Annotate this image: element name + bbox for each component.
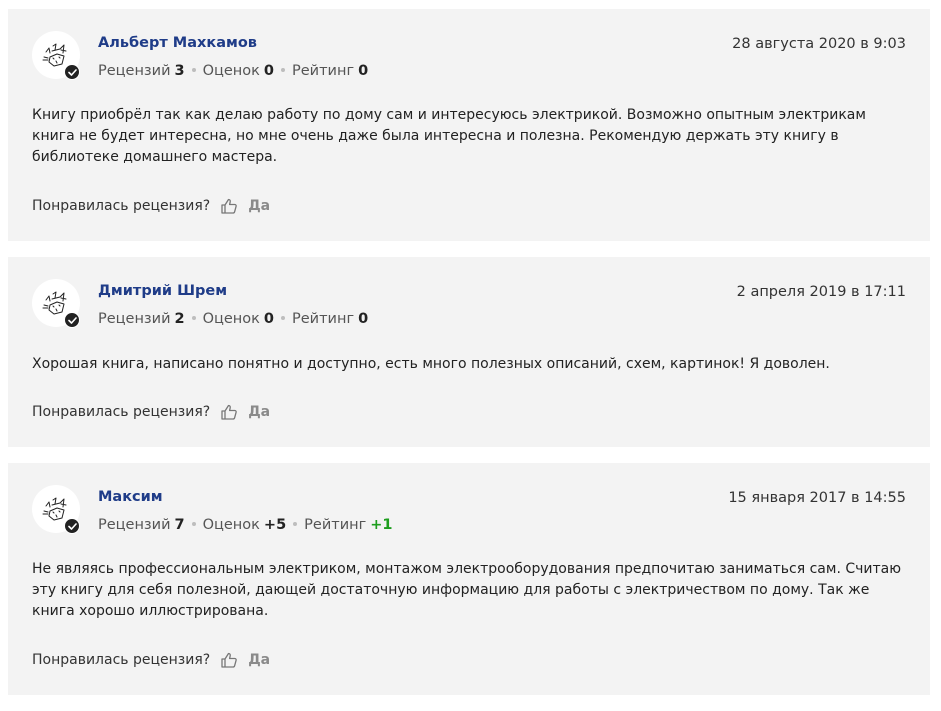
separator-dot: [293, 522, 298, 526]
verified-badge: [64, 312, 80, 328]
ratings-count-value: 0: [263, 311, 275, 327]
rating-label: Рейтинг: [292, 63, 355, 79]
avatar[interactable]: [32, 31, 80, 80]
reviews-count-label: Рецензий: [98, 311, 171, 327]
author-name[interactable]: Максим: [98, 489, 163, 505]
separator-dot: [191, 522, 196, 526]
separator-dot: [281, 68, 286, 72]
reviews-count-value: 7: [174, 517, 185, 533]
helpful-prompt: Понравилась рецензия? Да: [32, 197, 270, 215]
reviews-count-value: 3: [174, 63, 185, 79]
separator-dot: [191, 316, 196, 320]
rating-label: Рейтинг: [304, 517, 367, 533]
avatar[interactable]: [32, 485, 80, 534]
author-name[interactable]: Дмитрий Шрем: [98, 283, 227, 299]
like-button[interactable]: Да: [220, 403, 270, 421]
like-yes-label: Да: [248, 404, 271, 420]
separator-dot: [191, 68, 196, 72]
separator-dot: [281, 316, 286, 320]
like-yes-label: Да: [248, 652, 271, 668]
rating-value: +1: [370, 517, 393, 533]
review-card: Дмитрий Шрем 2 апреля 2019 в 17:11 Рецен…: [8, 257, 930, 447]
ratings-count-label: Оценок: [202, 63, 260, 79]
review-text: Книгу приобрёл так как делаю работу по д…: [32, 107, 866, 165]
reviews-list: Альберт Махкамов 28 августа 2020 в 9:03 …: [8, 9, 930, 711]
checkmark-icon: [68, 69, 77, 76]
author-stats: Рецензий 7 Оценок +5 Рейтинг +1: [98, 517, 392, 533]
thumbs-up-icon: [221, 198, 238, 214]
helpful-prompt: Понравилась рецензия? Да: [32, 651, 270, 669]
like-yes-label: Да: [248, 198, 271, 214]
review-date: 2 апреля 2019 в 17:11: [736, 284, 906, 300]
helpful-prompt: Понравилась рецензия? Да: [32, 403, 270, 421]
author-stats: Рецензий 3 Оценок 0 Рейтинг 0: [98, 63, 368, 79]
ratings-count-label: Оценок: [202, 517, 260, 533]
rating-value: 0: [358, 311, 369, 327]
author-name[interactable]: Альберт Махкамов: [98, 35, 257, 51]
like-button[interactable]: Да: [220, 651, 270, 669]
ratings-count-label: Оценок: [202, 311, 260, 327]
review-date: 15 января 2017 в 14:55: [728, 490, 906, 506]
rating-value: 0: [358, 63, 369, 79]
ratings-count-value: +5: [263, 517, 287, 533]
verified-badge: [64, 518, 80, 534]
author-stats: Рецензий 2 Оценок 0 Рейтинг 0: [98, 311, 368, 327]
review-card: Альберт Махкамов 28 августа 2020 в 9:03 …: [8, 9, 930, 241]
thumbs-up-icon: [221, 404, 238, 420]
helpful-question: Понравилась рецензия?: [32, 198, 211, 214]
avatar[interactable]: [32, 279, 80, 328]
like-button[interactable]: Да: [220, 197, 270, 215]
reviews-count-label: Рецензий: [98, 63, 171, 79]
thumbs-up-icon: [221, 652, 238, 668]
reviews-count-value: 2: [174, 311, 185, 327]
rating-label: Рейтинг: [292, 311, 355, 327]
checkmark-icon: [68, 523, 77, 530]
checkmark-icon: [68, 317, 77, 324]
verified-badge: [64, 64, 80, 80]
review-date: 28 августа 2020 в 9:03: [732, 36, 906, 52]
review-text: Хорошая книга, написано понятно и доступ…: [32, 356, 830, 372]
review-card: Максим 15 января 2017 в 14:55 Рецензий 7 О…: [8, 463, 930, 695]
review-text: Не являясь профессиональным электриком, …: [32, 561, 902, 619]
helpful-question: Понравилась рецензия?: [32, 652, 211, 668]
helpful-question: Понравилась рецензия?: [32, 404, 211, 420]
ratings-count-value: 0: [263, 63, 275, 79]
reviews-count-label: Рецензий: [98, 517, 171, 533]
